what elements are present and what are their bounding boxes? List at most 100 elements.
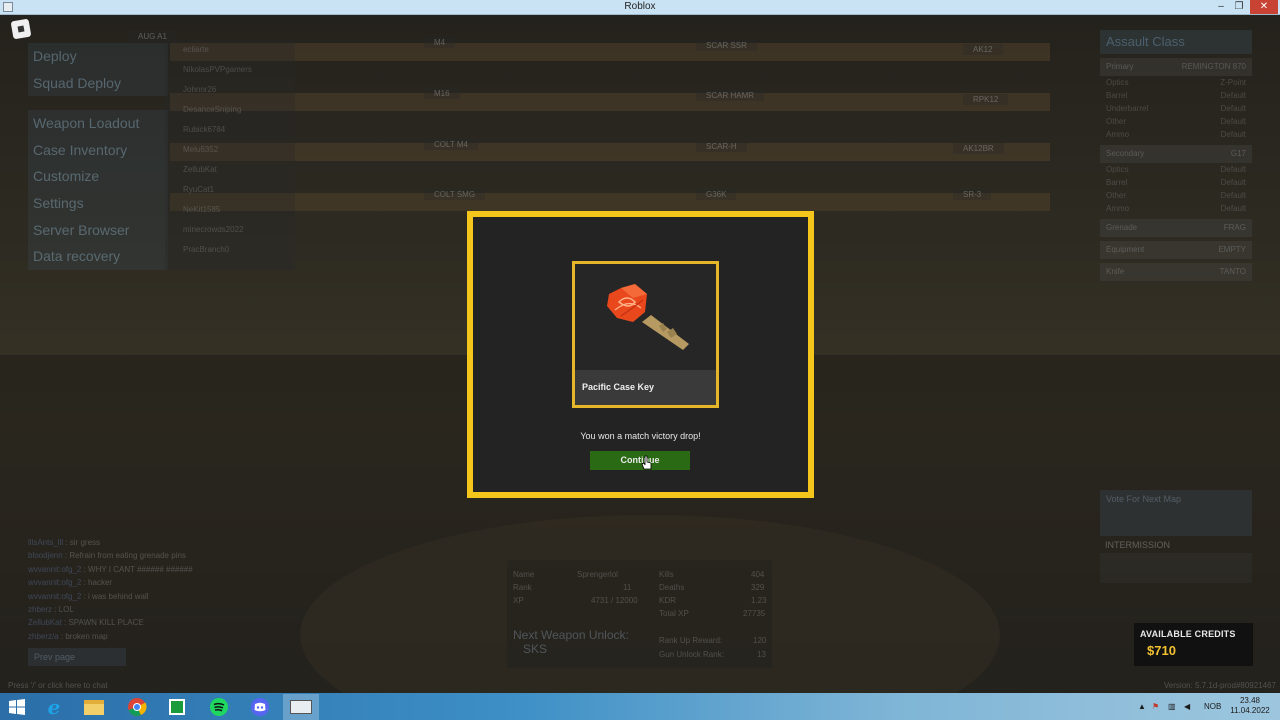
player-item[interactable]: DesanceSniping	[165, 100, 295, 120]
volume-icon[interactable]: ◀	[1184, 693, 1190, 720]
weapon-tag: M4	[424, 37, 456, 48]
taskbar-chrome[interactable]	[119, 694, 155, 720]
player-item[interactable]: Rubick6784	[165, 120, 295, 140]
squad-player-list: ecliarte NikolasPVPgamers Johnnr26 Desan…	[165, 40, 295, 270]
menu-customize[interactable]: Customize	[28, 163, 168, 190]
weapon-tag: AK12	[963, 44, 1003, 55]
clock-time: 23.48	[1239, 696, 1261, 705]
taskbar-spotify[interactable]	[201, 694, 237, 720]
attachment-row[interactable]: Underbarrel Default	[1100, 102, 1252, 115]
main-menu: Deploy Squad Deploy Weapon Loadout Case …	[28, 43, 168, 270]
chat-line: wvvannit:ofg_2 : hacker	[28, 578, 113, 588]
intermission-label: INTERMISSION	[1105, 540, 1171, 550]
vote-panel[interactable]: Vote For Next Map	[1100, 490, 1252, 536]
version-label: Version: 5.7.1d-prod#80921467	[1163, 681, 1276, 690]
taskbar-store[interactable]	[159, 694, 195, 720]
flag-icon[interactable]: ⚑	[1152, 693, 1159, 720]
attachment-row[interactable]: Optics Z-Point	[1100, 76, 1252, 89]
prev-page-button[interactable]: Prev page	[28, 648, 126, 666]
taskbar-ie[interactable]: e	[36, 694, 72, 720]
chrome-icon	[128, 698, 147, 716]
store-icon	[169, 699, 185, 715]
credits-amount: $710	[1147, 643, 1176, 658]
maximize-button[interactable]: ❐	[1232, 0, 1246, 14]
language-indicator[interactable]: NOB	[1204, 693, 1221, 720]
drop-message: You won a match victory drop!	[580, 431, 701, 441]
player-item[interactable]: RyuCat1	[165, 180, 295, 200]
weapon-shelf	[170, 143, 1050, 161]
continue-button[interactable]: Continue	[590, 451, 690, 470]
player-item[interactable]: ZellubKat	[165, 160, 295, 180]
next-unlock-weapon: SKS	[523, 642, 548, 656]
primary-slot[interactable]: Primary REMINGTON 870	[1100, 58, 1252, 76]
weapon-tag: COLT SMG	[424, 189, 486, 200]
spotify-icon	[210, 698, 228, 716]
taskbar-discord[interactable]	[242, 694, 278, 720]
player-item[interactable]: PracBranch0	[165, 240, 295, 260]
player-item[interactable]: NeKit1585	[165, 200, 295, 220]
knife-slot[interactable]: Knife TANTO	[1100, 263, 1252, 281]
attachment-row[interactable]: Barrel Default	[1100, 89, 1252, 102]
next-unlock-label: Next Weapon Unlock:	[513, 628, 629, 642]
weapon-tag: SCAR SSR	[696, 40, 757, 51]
hand-cursor-icon	[641, 455, 652, 470]
attachment-row[interactable]: Optics Default	[1100, 163, 1252, 176]
roblox-menu-icon[interactable]	[10, 18, 32, 40]
player-item[interactable]: NikolasPVPgamers	[165, 60, 295, 80]
windows-logo-icon	[9, 699, 25, 715]
attachment-row[interactable]: Ammo Default	[1100, 202, 1252, 215]
start-button[interactable]	[0, 694, 34, 720]
attachment-row[interactable]: Ammo Default	[1100, 128, 1252, 141]
player-item[interactable]: minecrowds2022	[165, 220, 295, 240]
tray-expand-icon[interactable]: ▲	[1138, 693, 1146, 720]
internet-explorer-icon: e	[47, 695, 61, 719]
chat-line: ZellubKat : SPAWN KILL PLACE	[28, 618, 144, 628]
window-titlebar[interactable]: Roblox – ❐ ✕	[0, 0, 1280, 15]
reward-item-card: Pacific Case Key	[572, 261, 719, 408]
taskbar-roblox[interactable]	[283, 694, 319, 720]
item-label-bar: Pacific Case Key	[575, 370, 716, 405]
player-item[interactable]: ecliarte	[165, 40, 295, 60]
attachment-row[interactable]: Other Default	[1100, 189, 1252, 202]
weapon-tag: RPK12	[963, 94, 1009, 105]
player-item[interactable]: Johnnr26	[165, 80, 295, 100]
weapon-tag: G36K	[696, 189, 737, 200]
roblox-window-icon	[290, 700, 312, 714]
menu-settings[interactable]: Settings	[28, 189, 168, 217]
chat-line: wvvannit:ofg_2 : i was behind wall	[28, 591, 149, 601]
menu-squad-deploy[interactable]: Squad Deploy	[28, 69, 168, 97]
menu-case-inventory[interactable]: Case Inventory	[28, 136, 168, 164]
folder-icon	[84, 699, 104, 715]
player-item[interactable]: Melu6352	[165, 140, 295, 160]
secondary-slot[interactable]: Secondary G17	[1100, 145, 1252, 163]
chat-line: lllsAnts_lll : sir gress	[28, 538, 101, 547]
grenade-slot[interactable]: Grenade FRAG	[1100, 219, 1252, 237]
chat-line: bloodjenn : Refrain from eating grenade …	[28, 551, 186, 561]
windows-taskbar: e ▲ ⚑ ▥ ◀ NOB 23.48 11.04.2022	[0, 693, 1280, 720]
menu-server-browser[interactable]: Server Browser	[28, 216, 168, 244]
vote-title: Vote For Next Map	[1106, 494, 1182, 504]
case-key-icon	[607, 284, 689, 350]
chat-hint[interactable]: Press '/' or click here to chat	[8, 681, 108, 690]
menu-deploy[interactable]: Deploy	[28, 43, 168, 70]
minimize-button[interactable]: –	[1214, 0, 1228, 14]
weapon-tag: SCAR HAMR	[696, 90, 765, 101]
weapon-shelf	[170, 193, 1050, 211]
attachment-row[interactable]: Barrel Default	[1100, 176, 1252, 189]
player-stats-panel: Name Sprengerlol Rank 11 XP 4731 / 12000…	[507, 560, 772, 668]
weapon-shelf	[170, 93, 1050, 111]
discord-icon	[251, 698, 269, 716]
close-button[interactable]: ✕	[1250, 0, 1278, 14]
menu-data-recovery[interactable]: Data recovery	[28, 243, 168, 270]
attachment-row[interactable]: Other Default	[1100, 115, 1252, 128]
menu-weapon-loadout[interactable]: Weapon Loadout	[28, 110, 168, 137]
class-title[interactable]: Assault Class	[1100, 30, 1252, 54]
intermission-box	[1100, 553, 1252, 583]
network-icon[interactable]: ▥	[1168, 693, 1176, 720]
taskbar-file-explorer[interactable]	[76, 694, 112, 720]
weapon-tag: M16	[424, 88, 460, 99]
weapon-shelf	[170, 43, 1050, 61]
system-clock[interactable]: 23.48 11.04.2022	[1225, 696, 1275, 716]
equipment-slot[interactable]: Equipment EMPTY	[1100, 241, 1252, 259]
chat-line: wvvannit:ofg_2 : WHY I CANT ###### #####…	[28, 564, 193, 574]
